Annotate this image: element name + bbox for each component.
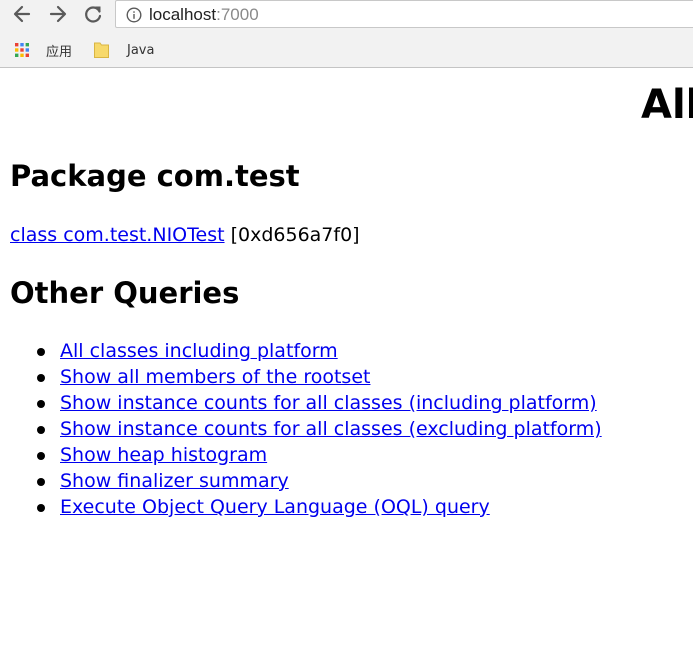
forward-arrow-icon bbox=[49, 5, 67, 23]
bookmarks-bar: 应用 Java bbox=[0, 32, 693, 68]
query-link-instance-counts-including[interactable]: Show instance counts for all classes (in… bbox=[60, 392, 597, 414]
folder-icon bbox=[94, 42, 109, 58]
address-bar[interactable]: localhost:7000 bbox=[115, 0, 693, 28]
other-queries-heading: Other Queries bbox=[10, 276, 240, 310]
list-item: Show all members of the rootset bbox=[0, 364, 602, 390]
query-link-oql[interactable]: Execute Object Query Language (OQL) quer… bbox=[60, 496, 490, 518]
query-link-rootset[interactable]: Show all members of the rootset bbox=[60, 366, 370, 388]
query-link-heap-histogram[interactable]: Show heap histogram bbox=[60, 444, 267, 466]
bullet-icon bbox=[37, 374, 45, 382]
bullet-icon bbox=[37, 348, 45, 356]
bookmark-java-label: Java bbox=[127, 42, 155, 58]
list-item: Show heap histogram bbox=[0, 442, 602, 468]
back-button[interactable] bbox=[10, 2, 34, 26]
bullet-icon bbox=[37, 478, 45, 486]
package-heading: Package com.test bbox=[10, 159, 300, 193]
url-text[interactable]: localhost:7000 bbox=[149, 5, 259, 24]
bullet-icon bbox=[37, 426, 45, 434]
queries-list: All classes including platform Show all … bbox=[0, 338, 602, 520]
bookmark-apps-label: 应用 bbox=[46, 44, 73, 60]
bullet-icon bbox=[37, 400, 45, 408]
reload-button[interactable] bbox=[81, 2, 105, 26]
page-content: All Package com.test class com.test.NIOT… bbox=[0, 68, 693, 651]
back-arrow-icon bbox=[13, 5, 31, 23]
query-link-instance-counts-excluding[interactable]: Show instance counts for all classes (ex… bbox=[60, 418, 602, 440]
list-item: All classes including platform bbox=[0, 338, 602, 364]
apps-grid-icon bbox=[15, 43, 29, 57]
browser-toolbar: localhost:7000 bbox=[0, 0, 693, 32]
class-address: [0xd656a7f0] bbox=[224, 224, 360, 246]
forward-button[interactable] bbox=[46, 2, 70, 26]
list-item: Execute Object Query Language (OQL) quer… bbox=[0, 494, 602, 520]
list-item: Show instance counts for all classes (ex… bbox=[0, 416, 602, 442]
page-title: All bbox=[641, 82, 693, 128]
info-icon[interactable] bbox=[126, 7, 142, 23]
url-host: localhost bbox=[149, 5, 217, 24]
class-link[interactable]: class com.test.NIOTest bbox=[10, 224, 225, 246]
url-port: :7000 bbox=[216, 5, 259, 24]
list-item: Show instance counts for all classes (in… bbox=[0, 390, 602, 416]
bullet-icon bbox=[37, 452, 45, 460]
reload-icon bbox=[85, 6, 102, 23]
bullet-icon bbox=[37, 504, 45, 512]
query-link-all-classes[interactable]: All classes including platform bbox=[60, 340, 338, 362]
query-link-finalizer-summary[interactable]: Show finalizer summary bbox=[60, 470, 289, 492]
bookmark-java[interactable]: Java bbox=[93, 32, 154, 68]
class-entry: class com.test.NIOTest [0xd656a7f0] bbox=[10, 223, 360, 247]
bookmark-apps[interactable]: 应用 bbox=[14, 32, 72, 68]
list-item: Show finalizer summary bbox=[0, 468, 602, 494]
